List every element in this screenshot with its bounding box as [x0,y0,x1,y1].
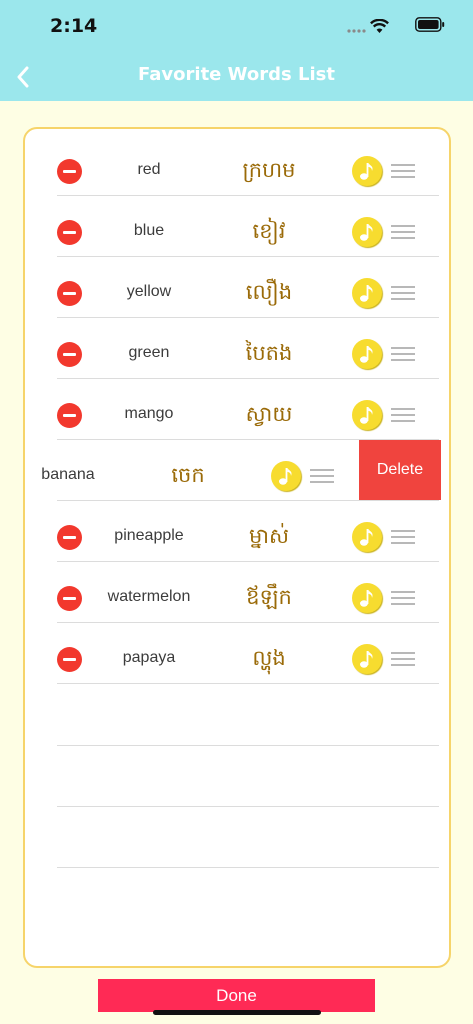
cellular-signal-icon [347,29,366,33]
music-note-icon [279,468,292,485]
remove-button[interactable] [57,403,82,428]
word-row: blue ខៀវ [25,196,449,257]
english-word: yellow [126,283,172,300]
khmer-word: ឪឡឹក [246,585,292,609]
play-audio-button[interactable] [352,522,382,552]
reorder-handle[interactable] [310,469,334,483]
play-audio-button[interactable] [352,400,382,430]
english-word: red [137,161,161,178]
english-word: mango [124,405,174,422]
word-row: pineapple ម្នាស់ [25,501,449,562]
reorder-handle[interactable] [391,530,415,544]
status-icons [325,14,445,38]
play-audio-button[interactable] [352,217,382,247]
navigation-bar: 2:14 Favorite Words List [0,0,473,101]
music-note-icon [360,346,373,363]
reorder-handle[interactable] [391,408,415,422]
khmer-word: ខៀវ [252,219,286,243]
play-audio-button[interactable] [271,461,301,491]
play-audio-button[interactable] [352,644,382,674]
reorder-handle[interactable] [391,591,415,605]
english-word: blue [133,222,165,239]
music-note-icon [360,285,373,302]
status-time: 2:14 [50,15,98,37]
remove-button[interactable] [57,281,82,306]
play-audio-button[interactable] [352,339,382,369]
home-indicator [153,1010,321,1015]
play-audio-button[interactable] [352,583,382,613]
play-audio-button[interactable] [352,278,382,308]
remove-button[interactable] [57,220,82,245]
khmer-word: លឿង [245,280,293,304]
reorder-handle[interactable] [391,652,415,666]
remove-button[interactable] [57,342,82,367]
delete-button[interactable]: Delete [359,440,441,500]
reorder-handle[interactable] [391,286,415,300]
reorder-handle[interactable] [391,347,415,361]
word-row: red ក្រហម [25,135,449,196]
word-row: green បៃតង [25,318,449,379]
english-word: watermelon [107,588,191,605]
remove-button[interactable] [57,647,82,672]
english-word: banana [41,466,95,483]
english-word: pineapple [114,527,184,544]
empty-row-divider [57,806,439,807]
remove-button[interactable] [57,525,82,550]
empty-row-divider [57,745,439,746]
khmer-word: ក្រហម [242,158,296,182]
empty-row-divider [57,867,439,868]
khmer-word: ល្ហុង [252,646,286,670]
khmer-word: ម្នាស់ [249,524,289,548]
word-row-swiped: banana ចេក Delete [25,440,449,501]
music-note-icon [360,407,373,424]
reorder-handle[interactable] [391,225,415,239]
row-divider [57,683,439,684]
khmer-word: បៃតង [245,341,293,365]
page-title: Favorite Words List [138,64,335,85]
music-note-icon [360,590,373,607]
english-word: green [128,344,170,361]
done-button[interactable]: Done [98,979,375,1012]
favorite-words-list: red ក្រហម blue ខៀវ yellow លឿង green បៃតង [23,127,451,968]
play-audio-button[interactable] [352,156,382,186]
khmer-word: ចេក [171,463,205,487]
remove-button[interactable] [57,586,82,611]
english-word: papaya [122,649,176,666]
reorder-handle[interactable] [391,164,415,178]
battery-icon [415,17,445,32]
wifi-icon [370,19,389,33]
khmer-word: ស្វាយ [245,402,293,426]
word-row: watermelon ឪឡឹក [25,562,449,623]
remove-button[interactable] [57,159,82,184]
music-note-icon [360,651,373,668]
word-row: mango ស្វាយ [25,379,449,440]
word-row: papaya ល្ហុង [25,623,449,684]
music-note-icon [360,529,373,546]
music-note-icon [360,163,373,180]
word-row: yellow លឿង [25,257,449,318]
music-note-icon [360,224,373,241]
